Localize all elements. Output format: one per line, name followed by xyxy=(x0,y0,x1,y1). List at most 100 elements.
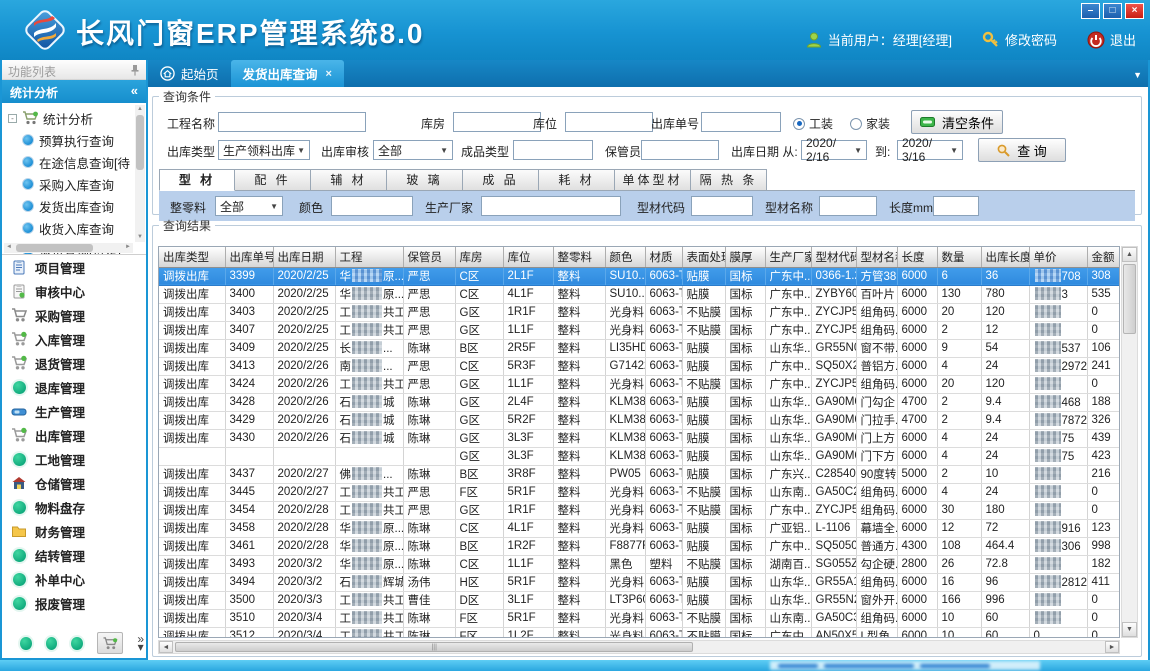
material-tab-7[interactable]: 单体型材 xyxy=(615,169,691,191)
scroll-up-icon[interactable]: ▲ xyxy=(135,105,145,114)
logout-button[interactable]: 退出 xyxy=(1087,30,1136,49)
audit-select[interactable]: 全部▼ xyxy=(373,140,453,160)
tree-item-1[interactable]: 预算执行查询 xyxy=(8,129,146,151)
sidebar-item-12[interactable]: 财务管理 xyxy=(2,519,146,543)
column-header-order_no[interactable]: 出库单号 xyxy=(225,247,273,267)
tab-shipping-outbound-query[interactable]: 发货出库查询 × xyxy=(231,60,344,87)
color-input[interactable] xyxy=(331,196,413,216)
sidebar-item-6[interactable]: 退库管理 xyxy=(2,375,146,399)
table-row[interactable]: 调拨出库34932020/3/2华原...陈琳C区1L1F整料黑色塑料不贴膜国标… xyxy=(159,555,1120,573)
minimize-button[interactable]: – xyxy=(1081,3,1100,19)
search-button[interactable]: 查 询 xyxy=(978,138,1066,162)
product-type-input[interactable] xyxy=(513,140,593,160)
tree-root[interactable]: - 统计分析 xyxy=(8,107,146,129)
date-to-select[interactable]: 2020/ 3/16▼ xyxy=(897,140,963,160)
material-tab-3[interactable]: 辅 材 xyxy=(311,169,387,191)
profile-name-input[interactable] xyxy=(819,196,877,216)
material-tab-5[interactable]: 成 品 xyxy=(463,169,539,191)
column-header-amount[interactable]: 金额 xyxy=(1087,247,1120,267)
tree-item-5[interactable]: 收货入库查询 xyxy=(8,217,146,239)
material-tab-1[interactable]: 型 材 xyxy=(159,169,235,191)
tree-hscroll-thumb[interactable] xyxy=(16,244,93,252)
table-row[interactable]: 调拨出库35102020/3/4工共工程陈琳F区5R1F整料光身料6063-T5… xyxy=(159,609,1120,627)
grid-hscroll-thumb[interactable]: ||| xyxy=(175,642,693,652)
length-input[interactable] xyxy=(933,196,979,216)
warehouse-input[interactable] xyxy=(453,112,541,132)
material-tab-8[interactable]: 隔 热 条 xyxy=(691,169,767,191)
footer-cart-button[interactable] xyxy=(97,632,124,654)
column-header-project[interactable]: 工程 xyxy=(335,247,403,267)
column-header-color[interactable]: 颜色 xyxy=(605,247,645,267)
column-header-price[interactable]: 单价 xyxy=(1029,247,1087,267)
sidebar-item-3[interactable]: 采购管理 xyxy=(2,303,146,327)
scroll-up-icon[interactable]: ▲ xyxy=(1122,247,1137,262)
material-tab-2[interactable]: 配 件 xyxy=(235,169,311,191)
table-row[interactable]: 调拨出库34072020/2/25工共工程严思G区1L1F整料光身料6063-T… xyxy=(159,321,1120,339)
table-row[interactable]: 调拨出库34372020/2/27佛...陈琳B区3R8F整料PW056063-… xyxy=(159,465,1120,483)
table-row[interactable]: 调拨出库34542020/2/28工共工程严思G区1R1F整料光身料6063-T… xyxy=(159,501,1120,519)
table-row[interactable]: 调拨出库34302020/2/26石城陈琳G区3L3F整料KLM38176063… xyxy=(159,429,1120,447)
clear-conditions-button[interactable]: 清空条件 xyxy=(911,110,1003,134)
tab-close-icon[interactable]: × xyxy=(326,68,332,80)
column-header-type[interactable]: 出库类型 xyxy=(159,247,225,267)
grid-horizontal-scrollbar[interactable]: ◄ ||| ► xyxy=(158,640,1120,654)
column-header-length[interactable]: 长度 xyxy=(897,247,937,267)
tree-expand-icon[interactable]: - xyxy=(8,114,17,123)
location-input[interactable] xyxy=(565,112,653,132)
pin-icon[interactable] xyxy=(130,64,140,76)
table-row[interactable]: 调拨出库34452020/2/27工共工程严思F区5R1F整料光身料6063-T… xyxy=(159,483,1120,501)
radio-gongzhuang[interactable]: 工装 xyxy=(793,115,833,132)
tree-item-4[interactable]: 发货出库查询 xyxy=(8,195,146,217)
close-button[interactable]: × xyxy=(1125,3,1144,19)
radio-jiazhuang[interactable]: 家装 xyxy=(850,115,890,132)
footer-more-button[interactable]: »▾ xyxy=(137,635,144,651)
sidebar-item-1[interactable]: 项目管理 xyxy=(2,255,146,279)
table-row[interactable]: 调拨出库34032020/2/25工共工程严思G区1R1F整料光身料6063-T… xyxy=(159,303,1120,321)
grid-scroll-thumb[interactable] xyxy=(1123,264,1136,334)
table-row[interactable]: 调拨出库34242020/2/26工共工程严思G区1L1F整料光身料6063-T… xyxy=(159,375,1120,393)
column-header-date[interactable]: 出库日期 xyxy=(273,247,335,267)
material-tab-4[interactable]: 玻 璃 xyxy=(387,169,463,191)
scroll-down-icon[interactable]: ▼ xyxy=(135,233,145,242)
table-row[interactable]: 调拨出库34612020/2/28华原...陈琳B区1R2F整料F8877FT6… xyxy=(159,537,1120,555)
tab-list-dropdown-icon[interactable]: ▼ xyxy=(1133,70,1142,80)
table-row[interactable]: 调拨出库34002020/2/25华原...严思C区4L1F整料SU10...6… xyxy=(159,285,1120,303)
sidebar-item-10[interactable]: 仓储管理 xyxy=(2,471,146,495)
tab-home[interactable]: 起始页 xyxy=(148,60,231,87)
sidebar-item-13[interactable]: 结转管理 xyxy=(2,543,146,567)
material-tab-6[interactable]: 耗 材 xyxy=(539,169,615,191)
column-header-whole[interactable]: 整零料 xyxy=(553,247,605,267)
change-password-button[interactable]: 修改密码 xyxy=(982,30,1057,49)
table-row[interactable]: 调拨出库35122020/3/4工共工程陈琳F区1L2F整料光身料6063-T5… xyxy=(159,627,1120,638)
footer-circle-icon[interactable] xyxy=(71,637,83,650)
sidebar-section-header[interactable]: 统计分析 « xyxy=(2,80,146,103)
column-header-name[interactable]: 型材名称 xyxy=(856,247,897,267)
scroll-right-icon[interactable]: ► xyxy=(1105,641,1119,653)
order-no-input[interactable] xyxy=(701,112,781,132)
table-row[interactable]: G区3L3F整料KLM38176063-T5贴膜国标山东华...GA90M09.… xyxy=(159,447,1120,465)
sidebar-item-9[interactable]: 工地管理 xyxy=(2,447,146,471)
table-row[interactable]: 调拨出库34092020/2/25长...陈琳B区2R5F整料LI35HD606… xyxy=(159,339,1120,357)
sidebar-item-11[interactable]: 物料盘存 xyxy=(2,495,146,519)
column-header-warehouse[interactable]: 库房 xyxy=(455,247,503,267)
sidebar-item-2[interactable]: 审核中心 xyxy=(2,279,146,303)
column-header-manufacturer[interactable]: 生产厂家 xyxy=(765,247,811,267)
column-header-keeper[interactable]: 保管员 xyxy=(403,247,455,267)
date-from-select[interactable]: 2020/ 2/16▼ xyxy=(801,140,867,160)
column-header-film[interactable]: 膜厚 xyxy=(725,247,765,267)
grid-vertical-scrollbar[interactable]: ▲ ▼ xyxy=(1121,246,1138,638)
manufacturer-input[interactable] xyxy=(481,196,621,216)
scroll-left-icon[interactable]: ◄ xyxy=(4,243,14,252)
tree-vertical-scrollbar[interactable]: ▲ ▼ xyxy=(135,105,145,242)
tree-horizontal-scrollbar[interactable]: ◄ ► xyxy=(4,243,133,253)
sidebar-item-15[interactable]: 报废管理 xyxy=(2,591,146,615)
column-header-material[interactable]: 材质 xyxy=(645,247,682,267)
scroll-right-icon[interactable]: ► xyxy=(123,243,133,252)
profile-code-input[interactable] xyxy=(691,196,753,216)
table-row[interactable]: 调拨出库34292020/2/26石城陈琳G区5R2F整料KLM38176063… xyxy=(159,411,1120,429)
table-row[interactable]: 调拨出库34582020/2/28华原...陈琳C区4L1F整料光身料6063-… xyxy=(159,519,1120,537)
whole-select[interactable]: 全部▼ xyxy=(215,196,283,216)
column-header-surface[interactable]: 表面处理 xyxy=(682,247,725,267)
scroll-down-icon[interactable]: ▼ xyxy=(1122,622,1137,637)
tree-item-3[interactable]: 采购入库查询 xyxy=(8,173,146,195)
